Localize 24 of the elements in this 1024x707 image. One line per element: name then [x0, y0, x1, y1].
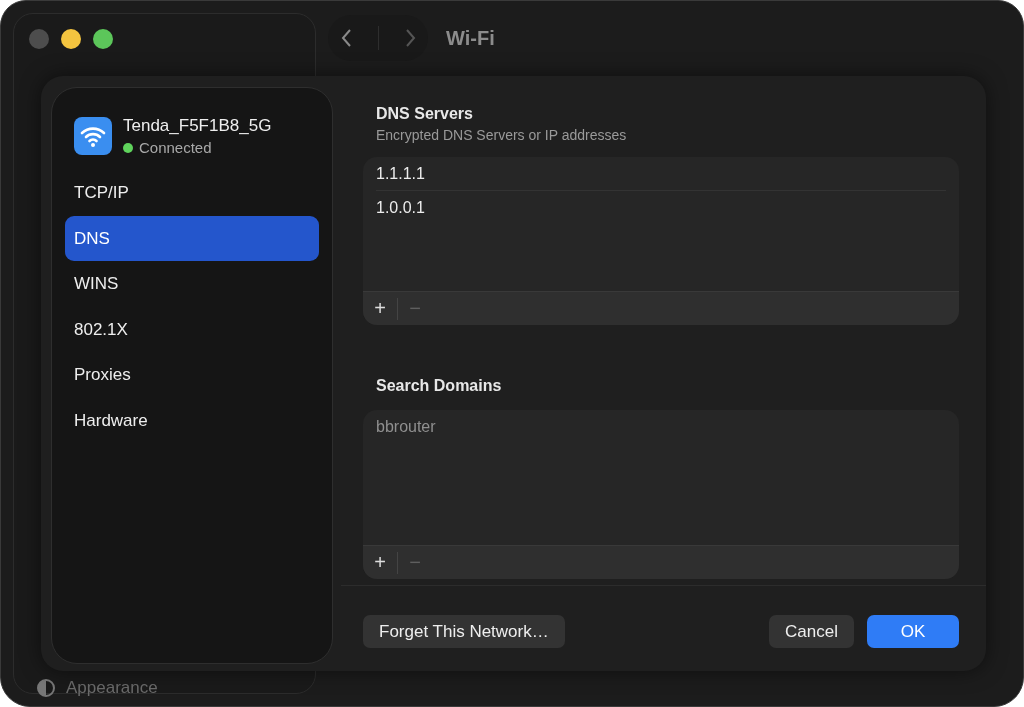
appearance-icon [36, 678, 56, 698]
add-button[interactable]: + [369, 297, 391, 320]
add-button[interactable]: + [369, 551, 391, 574]
sidebar-item[interactable]: WINS [65, 261, 319, 306]
connection-status: Connected [139, 139, 212, 156]
sidebar-item[interactable]: Hardware [65, 397, 319, 443]
section-subtitle: Encrypted DNS Servers or IP addresses [375, 127, 628, 143]
sidebar-item[interactable]: DNS [65, 215, 319, 261]
sidebar-item[interactable]: TCP/IP [65, 170, 319, 215]
minimize-icon[interactable] [61, 29, 81, 49]
section-title: Search Domains [375, 377, 503, 395]
forget-button[interactable]: Forget This Network… [363, 615, 565, 648]
window-title: Wi-Fi [446, 26, 495, 50]
cancel-button[interactable]: Cancel [769, 615, 854, 648]
back-icon[interactable] [340, 28, 353, 48]
zoom-icon[interactable] [93, 29, 113, 49]
network-name: Tenda_F5F1B8_5G [123, 116, 272, 136]
ok-button[interactable]: OK [867, 615, 959, 648]
sidebar-item[interactable]: Proxies [65, 352, 319, 397]
sidebar-item[interactable]: 802.1X [65, 306, 319, 352]
wifi-icon [74, 117, 112, 155]
section-title: DNS Servers [375, 105, 474, 123]
list-entry[interactable]: 1.0.0.1 [376, 191, 946, 224]
list-entry[interactable]: 1.1.1.1 [376, 157, 946, 191]
